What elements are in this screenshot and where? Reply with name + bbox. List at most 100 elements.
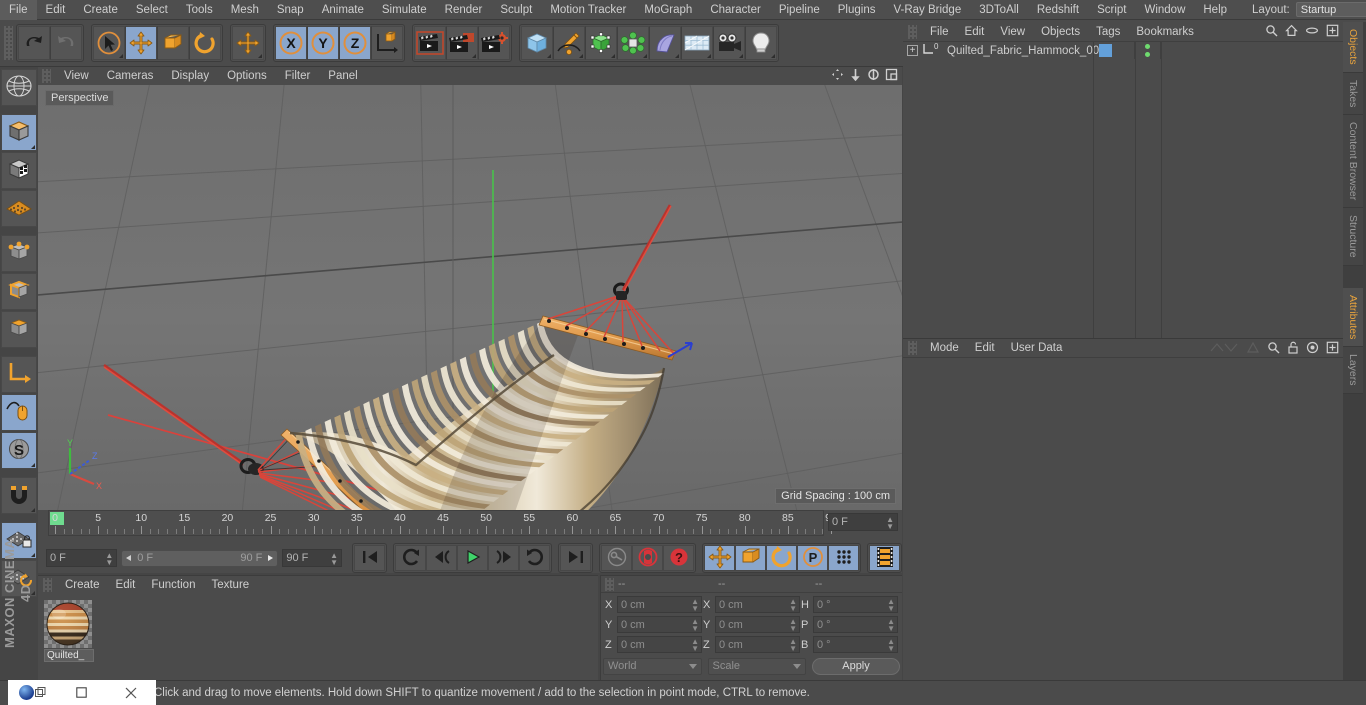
object-manager-menu-tags[interactable]: Tags [1088, 22, 1128, 42]
end-frame-field[interactable]: 90 F ▲ ▼ [282, 549, 342, 567]
viewport-menu-cameras[interactable]: Cameras [98, 67, 163, 85]
lock-icon[interactable] [1287, 341, 1299, 357]
viewport-menu-view[interactable]: View [55, 67, 98, 85]
add-cube-button[interactable] [521, 26, 553, 60]
restore-icon[interactable] [57, 680, 106, 705]
object-manager-menu-file[interactable]: File [922, 22, 957, 42]
model-mode-button[interactable] [1, 114, 37, 151]
menu-item-pipeline[interactable]: Pipeline [770, 0, 829, 20]
menu-item-tools[interactable]: Tools [177, 0, 222, 20]
dropdown-corner-icon[interactable] [739, 54, 743, 58]
play-reverse-loop-button[interactable] [395, 545, 426, 571]
object-manager-menu-view[interactable]: View [992, 22, 1033, 42]
record-button[interactable] [632, 545, 663, 571]
size-x-field[interactable]: 0 cm ▲ ▼ [715, 596, 800, 613]
dropdown-corner-icon[interactable] [675, 54, 679, 58]
material-list[interactable]: Quilted_ [38, 594, 598, 680]
pan-icon[interactable] [831, 68, 844, 84]
object-manager-menu-edit[interactable]: Edit [957, 22, 993, 42]
plus-box-icon[interactable] [1326, 341, 1339, 357]
viewport-menu-filter[interactable]: Filter [276, 67, 320, 85]
rotate-icon[interactable] [867, 68, 880, 84]
object-manager-menu-bookmarks[interactable]: Bookmarks [1128, 22, 1202, 42]
spinner-icon[interactable]: ▲ ▼ [887, 638, 895, 653]
record-pla-button[interactable] [828, 545, 859, 571]
free-move-button[interactable] [232, 26, 264, 60]
table-row[interactable]: + 0 Quilted_Fabric_Hammock_001 [903, 42, 1343, 59]
spinner-icon[interactable]: ▲ ▼ [887, 598, 895, 613]
apply-button[interactable]: Apply [812, 657, 900, 675]
menu-item-snap[interactable]: Snap [268, 0, 313, 20]
points-mode-button[interactable] [1, 235, 37, 272]
preview-frame-field[interactable]: 0 F ▲ ▼ [828, 513, 898, 531]
material-menu-create[interactable]: Create [57, 576, 108, 594]
frame-range-slider[interactable]: 0 F 90 F [121, 549, 279, 567]
live-selection-button[interactable] [93, 26, 125, 60]
position-x-field[interactable]: 0 cm ▲ ▼ [617, 596, 702, 613]
menu-item-render[interactable]: Render [436, 0, 492, 20]
object-manager-grip[interactable] [908, 24, 917, 39]
app-icon[interactable] [8, 680, 57, 705]
material-grip[interactable] [43, 578, 52, 592]
spinner-icon[interactable]: ▲ ▼ [789, 618, 797, 633]
render-settings-button[interactable] [478, 26, 510, 60]
add-deformer-button[interactable] [617, 26, 649, 60]
go-to-end-button[interactable] [560, 545, 591, 571]
record-position-button[interactable] [704, 545, 735, 571]
home-icon[interactable] [1285, 24, 1298, 40]
menu-item-motion-tracker[interactable]: Motion Tracker [541, 0, 635, 20]
position-z-field[interactable]: 0 cm ▲ ▼ [617, 636, 702, 653]
vertical-tab-attributes[interactable]: Attributes [1343, 287, 1363, 348]
close-icon[interactable] [107, 680, 156, 705]
step-back-button[interactable] [426, 545, 457, 571]
render-to-picture-viewer-button[interactable] [446, 26, 478, 60]
material-menu-edit[interactable]: Edit [108, 576, 144, 594]
attribute-manager-menu-user-data[interactable]: User Data [1003, 338, 1071, 358]
menu-item-simulate[interactable]: Simulate [373, 0, 436, 20]
dropdown-corner-icon[interactable] [31, 508, 35, 512]
maximize-viewport-icon[interactable] [885, 68, 898, 84]
lock-x-button[interactable]: X [275, 26, 307, 60]
rotation-b-field[interactable]: 0 ° ▲ ▼ [813, 636, 898, 653]
menu-item-sculpt[interactable]: Sculpt [491, 0, 541, 20]
timeline-toggle-button[interactable] [869, 545, 900, 571]
timeline-track[interactable]: 051015202530354045505560657075808590 [48, 510, 837, 536]
attribute-manager-menu-mode[interactable]: Mode [922, 338, 967, 358]
menu-item-mesh[interactable]: Mesh [222, 0, 268, 20]
dropdown-corner-icon[interactable] [771, 54, 775, 58]
material-item[interactable]: Quilted_ [44, 600, 94, 662]
menu-item-animate[interactable]: Animate [313, 0, 373, 20]
add-environment-button[interactable] [681, 26, 713, 60]
dropdown-corner-icon[interactable] [31, 463, 35, 467]
enable-snap-button[interactable] [1, 394, 37, 431]
menu-item-v-ray-bridge[interactable]: V-Ray Bridge [884, 0, 970, 20]
rotate-button[interactable] [189, 26, 221, 60]
eye-icon[interactable] [1305, 24, 1319, 40]
undo-button[interactable] [18, 26, 50, 60]
play-button[interactable] [457, 545, 488, 571]
vertical-tab-content-browser[interactable]: Content Browser [1343, 115, 1363, 209]
dropdown-corner-icon[interactable] [258, 54, 262, 58]
record-scale-button[interactable] [735, 545, 766, 571]
spinner-icon[interactable]: ▲ ▼ [887, 618, 895, 633]
add-scene-button[interactable] [649, 26, 681, 60]
texture-mode-button[interactable] [1, 152, 37, 189]
dropdown-corner-icon[interactable] [611, 54, 615, 58]
add-spline-button[interactable] [553, 26, 585, 60]
menu-item-select[interactable]: Select [127, 0, 177, 20]
vertical-tab-takes[interactable]: Takes [1343, 72, 1363, 116]
viewport-canvas[interactable]: Perspective Grid Spacing : 100 cm Y X Z [38, 85, 902, 510]
material-thumbnail[interactable] [44, 600, 92, 648]
attribute-manager-body[interactable] [903, 388, 1343, 680]
object-color-cell[interactable] [1093, 42, 1135, 59]
vertical-tab-structure[interactable]: Structure [1343, 208, 1363, 266]
object-manager-menu-objects[interactable]: Objects [1033, 22, 1088, 42]
dropdown-corner-icon[interactable] [579, 54, 583, 58]
add-camera-button[interactable] [713, 26, 745, 60]
viewport-grip[interactable] [42, 69, 51, 83]
menu-item-mograph[interactable]: MoGraph [635, 0, 701, 20]
viewport-menu-panel[interactable]: Panel [319, 67, 366, 85]
dropdown-corner-icon[interactable] [31, 145, 35, 149]
search-icon[interactable] [1267, 341, 1280, 357]
menu-item-edit[interactable]: Edit [37, 0, 75, 20]
